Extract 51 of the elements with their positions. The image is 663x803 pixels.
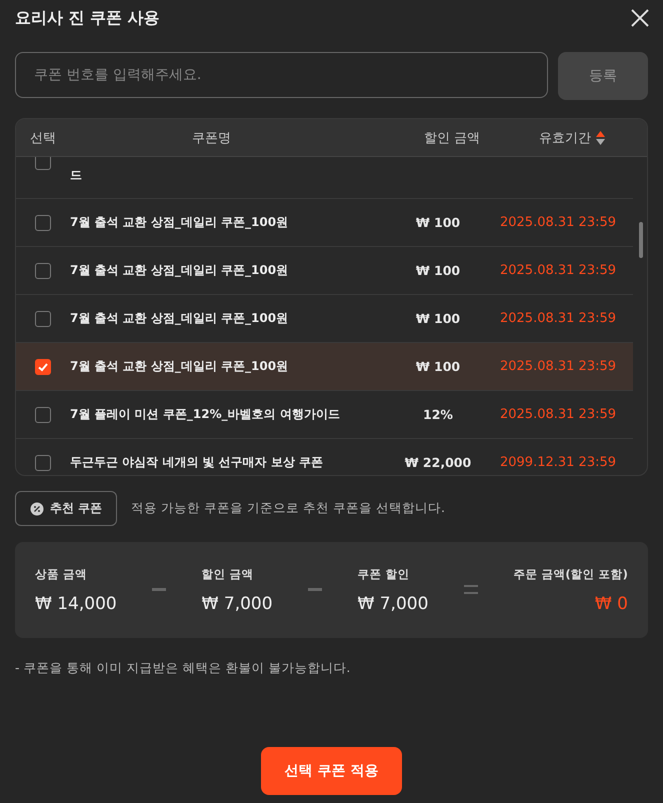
column-header: 할인 금액: [422, 130, 482, 146]
summary-value: ₩ 14,000: [35, 594, 117, 614]
summary-value: ₩ 7,000: [358, 594, 428, 614]
coupon-name: 7월 출석 교환 상점_데일리 쿠폰_100원: [69, 310, 290, 327]
checkbox[interactable]: [35, 406, 51, 422]
column-header: 선택: [29, 130, 57, 146]
summary-value: ₩ 7,000: [202, 594, 273, 614]
recommend-note: 적용 가능한 쿠폰을 기준으로 추천 쿠폰을 선택합니다.: [131, 500, 446, 517]
checkbox[interactable]: [35, 157, 51, 170]
expiry-date: 2025.08.31 23:59: [498, 215, 618, 230]
checkbox[interactable]: [35, 262, 51, 278]
summary-value: ₩ 0: [594, 594, 628, 614]
percent-badge-icon: [30, 502, 44, 516]
coupon-name: 드: [69, 167, 83, 184]
discount-amount: ₩ 100: [414, 359, 462, 374]
coupon-name: 7월 플레이 미션 쿠폰_12%_바벨호의 여행가이드: [69, 406, 341, 423]
checkbox[interactable]: [35, 214, 51, 230]
coupon-name: 7월 출석 교환 상점_데일리 쿠폰_100원: [69, 214, 290, 231]
checkbox[interactable]: [35, 310, 51, 326]
scrollbar[interactable]: [639, 222, 643, 258]
minus-icon: [308, 588, 322, 592]
dialog-title: 요리사 진 쿠폰 사용: [15, 8, 160, 28]
expiry-date: 2025.08.31 23:59: [498, 263, 618, 278]
discount-amount: ₩ 22,000: [404, 455, 472, 470]
column-header[interactable]: 유효기간: [539, 128, 591, 146]
discount-amount: 12%: [422, 407, 454, 422]
close-icon[interactable]: [630, 8, 650, 28]
recommend-coupon-button[interactable]: 추천 쿠폰: [15, 491, 118, 526]
expiry-date: 2099.12.31 23:59: [498, 455, 618, 470]
summary-label: 할인 금액: [202, 566, 255, 582]
coupon-code-field[interactable]: 쿠폰 번호를 입력해주세요.: [15, 52, 548, 98]
coupon-name: 7월 출석 교환 상점_데일리 쿠폰_100원: [69, 262, 290, 279]
coupon-name: 7월 출석 교환 상점_데일리 쿠폰_100원: [69, 358, 290, 375]
checkbox[interactable]: [35, 454, 51, 470]
equals-icon: [464, 585, 478, 595]
check-icon: [37, 360, 49, 372]
summary-label: 쿠폰 할인: [358, 566, 411, 582]
summary-label: 주문 금액(할인 포함): [513, 566, 628, 582]
expiry-date: 2025.08.31 23:59: [498, 359, 618, 374]
discount-amount: ₩ 100: [414, 311, 462, 326]
expiry-date: 2025.08.31 23:59: [498, 407, 618, 422]
refund-notice: - 쿠폰을 통해 이미 지급받은 혜택은 환불이 불가능합니다.: [15, 660, 352, 677]
coupon-name: 두근두근 야심작 네개의 빛 선구매자 보상 쿠폰: [69, 454, 324, 471]
minus-icon: [152, 588, 166, 592]
discount-amount: ₩ 100: [414, 263, 462, 278]
sort-icon[interactable]: [596, 130, 605, 144]
summary-label: 상품 금액: [35, 566, 88, 582]
column-header: 쿠폰명: [191, 130, 232, 146]
checkbox[interactable]: [35, 358, 51, 374]
discount-amount: ₩ 100: [414, 215, 462, 230]
expiry-date: 2025.08.31 23:59: [498, 311, 618, 326]
